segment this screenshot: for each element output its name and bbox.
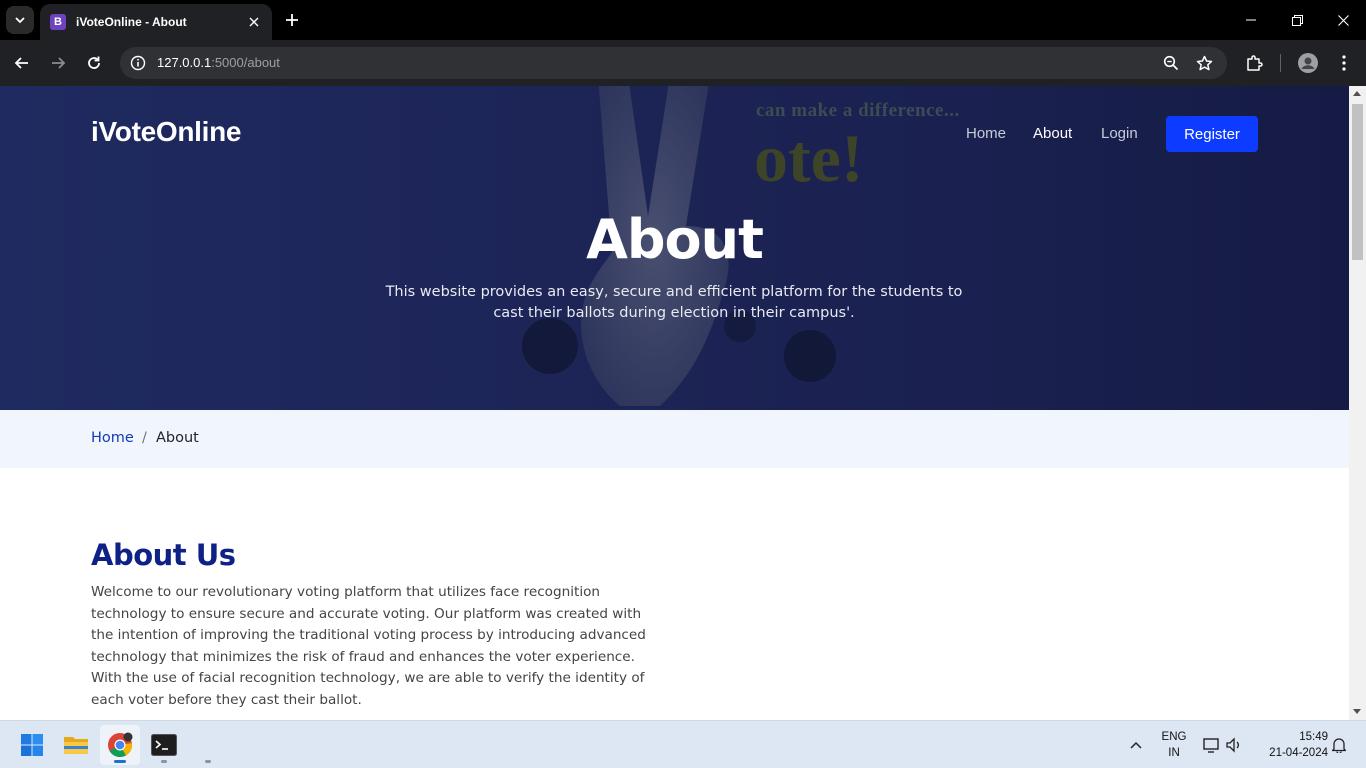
extensions-puzzle-icon[interactable]	[1240, 49, 1268, 77]
language-code: ENG	[1161, 731, 1187, 743]
page-title: About	[586, 208, 764, 271]
address-bar[interactable]: 127.0.0.1:5000/about	[120, 47, 1227, 79]
active-app-indicator	[114, 760, 126, 763]
minimize-button[interactable]	[1228, 0, 1274, 40]
network-icon	[1203, 738, 1219, 753]
network-volume-tray[interactable]	[1198, 725, 1248, 765]
hero-image-text-small: can make a difference...	[756, 100, 960, 121]
restore-icon	[1291, 14, 1303, 26]
clock[interactable]: 15:49 21-04-2024	[1256, 729, 1328, 761]
clock-time: 15:49	[1299, 731, 1328, 743]
url-path: :5000/about	[211, 55, 280, 70]
hero-description: This website provides an easy, secure an…	[385, 284, 963, 321]
tab-title: iVoteOnline - About	[76, 15, 187, 29]
terminal-icon	[151, 734, 177, 756]
start-button[interactable]	[12, 725, 52, 765]
close-icon	[1337, 14, 1349, 26]
url-text[interactable]: 127.0.0.1:5000/about	[157, 55, 280, 70]
windows-taskbar: ENG IN 15:49 21-04-2024	[0, 720, 1366, 768]
hero-section: can make a difference... ote! iVoteOnlin…	[0, 86, 1349, 410]
close-window-button[interactable]	[1320, 0, 1366, 40]
breadcrumb-separator: /	[142, 430, 147, 446]
breadcrumb: Home / About	[0, 410, 1349, 468]
reload-icon	[88, 56, 100, 69]
clock-date: 21-04-2024	[1269, 747, 1328, 759]
close-tab-icon[interactable]	[246, 14, 262, 30]
back-button[interactable]	[8, 49, 36, 77]
site-logo[interactable]: iVoteOnline	[91, 116, 242, 148]
new-tab-button[interactable]	[280, 8, 304, 32]
bell-icon	[1332, 738, 1346, 753]
bootstrap-favicon-icon: B	[50, 14, 66, 30]
browser-tab-active[interactable]: B iVoteOnline - About	[40, 4, 272, 40]
about-us-heading: About Us	[91, 538, 236, 572]
hero-image-text-large: ote!	[754, 120, 864, 196]
scroll-up-arrow-icon[interactable]	[1353, 91, 1361, 96]
site-info-icon[interactable]	[126, 51, 150, 75]
windows-logo-icon	[21, 734, 43, 756]
scroll-down-arrow-icon[interactable]	[1353, 709, 1361, 714]
tab-search-button[interactable]	[6, 6, 34, 34]
chevron-up-icon	[1130, 741, 1142, 749]
bookmark-star-icon[interactable]	[1192, 51, 1216, 75]
forward-button[interactable]	[44, 49, 72, 77]
profile-avatar-icon[interactable]	[1294, 49, 1322, 77]
scrollbar-thumb[interactable]	[1352, 104, 1363, 260]
nav-about[interactable]: About	[1033, 125, 1072, 142]
arrow-right-icon	[52, 57, 66, 69]
volume-icon	[1226, 737, 1239, 753]
file-explorer-button[interactable]	[56, 725, 96, 765]
nav-login[interactable]: Login	[1101, 125, 1138, 142]
page-scrollbar[interactable]	[1349, 86, 1366, 720]
chrome-taskbar-button[interactable]	[100, 725, 140, 765]
page-viewport: can make a difference... ote! iVoteOnlin…	[0, 86, 1349, 720]
show-hidden-icons-button[interactable]	[1122, 725, 1150, 765]
language-region: IN	[1168, 747, 1180, 759]
url-host: 127.0.0.1	[157, 55, 212, 70]
plus-icon	[286, 14, 298, 26]
notifications-button[interactable]	[1326, 725, 1352, 765]
arrow-left-icon	[14, 57, 28, 69]
nav-home[interactable]: Home	[966, 125, 1006, 142]
terminal-button[interactable]	[144, 725, 184, 765]
language-indicator[interactable]: ENG IN	[1158, 729, 1190, 761]
about-us-paragraph: Welcome to our revolutionary voting plat…	[91, 584, 646, 708]
browser-tab-bar: B iVoteOnline - About	[0, 0, 1366, 40]
chrome-icon	[108, 732, 133, 758]
restore-button[interactable]	[1274, 0, 1320, 40]
zoom-icon[interactable]	[1159, 51, 1183, 75]
folder-icon	[64, 737, 88, 754]
running-app-indicator	[161, 760, 167, 763]
reload-button[interactable]	[80, 49, 108, 77]
browser-toolbar: 127.0.0.1:5000/about	[0, 40, 1366, 86]
register-button[interactable]: Register	[1166, 116, 1258, 152]
chevron-down-icon	[15, 17, 25, 24]
browser-menu-icon[interactable]	[1330, 49, 1358, 77]
minimize-icon	[1246, 19, 1256, 21]
breadcrumb-home-link[interactable]: Home	[91, 430, 134, 446]
breadcrumb-current: About	[156, 430, 199, 446]
toolbar-divider	[1280, 54, 1281, 72]
running-app-indicator	[205, 760, 211, 763]
